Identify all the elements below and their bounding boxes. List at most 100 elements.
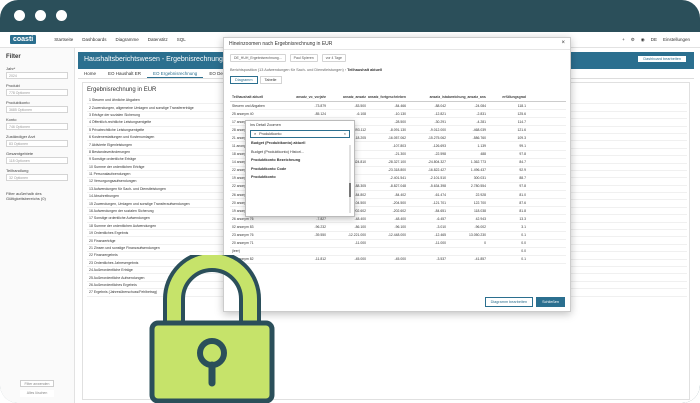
table-cell: -202.602 xyxy=(392,208,406,213)
table-cell: 87.6 xyxy=(519,200,526,205)
column-header[interactable]: ansatz_ist xyxy=(406,95,446,99)
filter-select[interactable]: 83 Optionen xyxy=(6,140,68,147)
nav-link-home[interactable]: Startseite xyxy=(54,37,73,42)
gear-icon[interactable]: ⚙ xyxy=(631,37,635,43)
column-header[interactable]: ansatz_vo_vorjahr xyxy=(286,95,326,99)
table-cell: -21.300 xyxy=(394,152,407,157)
table-row[interactable]: 23 anonym 76 -39.550 -12.221.000 -12.448.00… xyxy=(230,232,566,240)
logo[interactable]: coasti xyxy=(10,35,37,44)
dropdown-item[interactable]: Budget (Produktkonto) aktuell xyxy=(246,139,354,148)
dropdown-search-input[interactable]: ⌕ Produktkonto × xyxy=(250,130,350,138)
table-cell: (leer) xyxy=(232,249,240,254)
table-cell: 118.038 xyxy=(473,208,486,213)
table-cell: -121.701 xyxy=(432,200,446,205)
table-cell: 0.1 xyxy=(521,233,526,238)
plus-icon[interactable]: + xyxy=(622,37,625,42)
window-controls xyxy=(14,10,67,21)
table-cell: 23 anonym 76 xyxy=(232,233,254,238)
clear-filter-button[interactable]: Alles löschen xyxy=(20,390,54,397)
settings-menu[interactable]: Einstellungen xyxy=(663,37,690,42)
table-cell: -7.827 xyxy=(316,216,326,221)
filter-select[interactable]: 118 Optionen xyxy=(6,157,68,164)
table-cell: 122.700 xyxy=(473,200,486,205)
table-cell: -84.651 xyxy=(434,208,447,213)
tab-diagram[interactable]: Diagramm xyxy=(230,76,258,84)
dashboard-tab[interactable]: EO Haushalt ER xyxy=(102,69,147,78)
filter-select[interactable]: 2024 xyxy=(6,72,68,79)
table-cell: -39.550 xyxy=(314,233,327,238)
window-dot[interactable] xyxy=(14,10,25,21)
dropdown-item[interactable]: Produktkonto xyxy=(246,173,354,182)
clear-search-icon[interactable]: × xyxy=(344,132,346,136)
table-cell: -16.057.062 xyxy=(387,135,406,140)
table-cell: -468.039 xyxy=(472,127,486,132)
nav-link-datasets[interactable]: Datenstitz xyxy=(148,37,168,42)
table-cell: -88.042 xyxy=(434,103,447,108)
page-title: Haushaltsberichtswesen - Ergebnisrechnun… xyxy=(84,56,223,63)
table-cell: 13.3 xyxy=(519,216,526,221)
dropdown-item[interactable]: Produktkonto Bezeichnung xyxy=(246,156,354,165)
column-header[interactable]: Teilhaushalt aktuell xyxy=(230,95,286,99)
table-cell: -2.101.510 xyxy=(429,176,446,181)
table-cell: 22.928 xyxy=(475,192,486,197)
table-cell: 121.6 xyxy=(517,127,527,132)
dashboard-tab[interactable]: Home xyxy=(78,69,102,78)
table-cell: -86.100 xyxy=(354,224,367,229)
table-row[interactable]: 21 anonym 82 -11.812 -45.000 -45.000 -3.537-… xyxy=(230,256,566,264)
edit-dashboard-button[interactable]: Dashboard bearbeiten xyxy=(638,56,686,62)
table-cell: -28.500 xyxy=(394,119,407,124)
language-select[interactable]: DE xyxy=(651,37,657,42)
close-icon[interactable]: × xyxy=(561,40,565,46)
table-cell: -28.327.100 xyxy=(387,160,406,165)
table-cell: -12.221.000 xyxy=(347,233,366,238)
dataset-chip[interactable]: DE_HUH_Ergebnisrechnung... xyxy=(230,54,286,62)
table-cell: -6.457 xyxy=(436,216,446,221)
nav-link-sql[interactable]: SQL xyxy=(177,37,186,42)
table-cell: -15.275.062 xyxy=(427,135,446,140)
table-row[interactable]: 20 anonym 71 -11.000 -11.000 0 0.0 xyxy=(230,240,566,248)
table-row[interactable]: 25 anonym 40 -85.124 -6.108 -10.130 -12.821 -… xyxy=(230,110,566,119)
filter-sidebar: Filter Jahr* 2024 Produkt 778 Optionen Produ… xyxy=(0,48,75,403)
close-button[interactable]: Schließen xyxy=(536,297,565,307)
edit-chart-button[interactable]: Diagramm bearbeiten xyxy=(484,297,534,307)
filter-select[interactable]: 3685 Optionen xyxy=(6,106,68,113)
dropdown-item[interactable]: Budget (Produktkonto) Histori... xyxy=(246,148,354,157)
column-header[interactable]: abweichung_ansatz_ansatz xyxy=(446,95,486,99)
table-cell: 0.0 xyxy=(521,241,526,246)
apply-filter-button[interactable]: Filter anwenden xyxy=(20,380,54,387)
dropdown-item[interactable]: Produktkonto Code xyxy=(246,165,354,174)
table-cell: -83.500 xyxy=(354,103,367,108)
window-dot[interactable] xyxy=(35,10,46,21)
table-cell: 488 xyxy=(480,152,486,157)
filter-label: Konto xyxy=(6,117,17,122)
table-cell: -24.804.327 xyxy=(427,160,446,165)
nav-link-dashboards[interactable]: Dashboards xyxy=(82,37,106,42)
filter-select[interactable]: 32 Optionen xyxy=(6,174,68,181)
column-header[interactable]: ansatz_ansatz xyxy=(326,95,366,99)
modified-chip[interactable]: vor 4 Tage xyxy=(321,54,346,62)
tab-table[interactable]: Tabelle xyxy=(259,76,282,84)
lock-icon xyxy=(149,255,275,403)
table-row[interactable]: 02 anonym 83 -96.232 -86.100 -96.100 -3.010 -… xyxy=(230,223,566,232)
nav-link-diagrams[interactable]: Diagramme xyxy=(116,37,139,42)
column-header[interactable]: ansatz_fortgeschrieben xyxy=(366,95,406,99)
column-header[interactable]: erfüllungsgrad xyxy=(486,95,526,99)
table-cell: 02 anonym 83 xyxy=(232,224,254,229)
dashboard-tab[interactable]: EO Ergebnisrechnung xyxy=(147,69,204,78)
table-cell: -11.000 xyxy=(354,241,366,246)
window-dot[interactable] xyxy=(56,10,67,21)
user-icon[interactable]: ◉ xyxy=(641,37,645,43)
table-row[interactable]: (leer) 0.0 xyxy=(230,248,566,256)
scrollbar-thumb[interactable] xyxy=(349,183,351,197)
breadcrumb-path[interactable]: Berichtsposition (13 Aufwendungen für Sa… xyxy=(230,68,346,72)
filter-label: Zuständiger Arzt xyxy=(6,134,36,139)
owner-chip[interactable]: Paul Spieren xyxy=(289,54,318,62)
dropdown-scrollbar[interactable] xyxy=(349,145,351,213)
table-cell: -84.466 xyxy=(394,103,407,108)
filter-select[interactable]: 746 Optionen xyxy=(6,123,68,130)
table-row[interactable]: Steuern und Abgaben -73.879 -83.500 -84.466… xyxy=(230,102,566,111)
filter-scope-label[interactable]: Filter außerhalb des Gültigkeitsbereichs… xyxy=(0,187,74,202)
table-cell: Steuern und Abgaben xyxy=(232,103,265,108)
filter-select[interactable]: 778 Optionen xyxy=(6,89,68,96)
table-cell: -48.400 xyxy=(354,216,367,221)
